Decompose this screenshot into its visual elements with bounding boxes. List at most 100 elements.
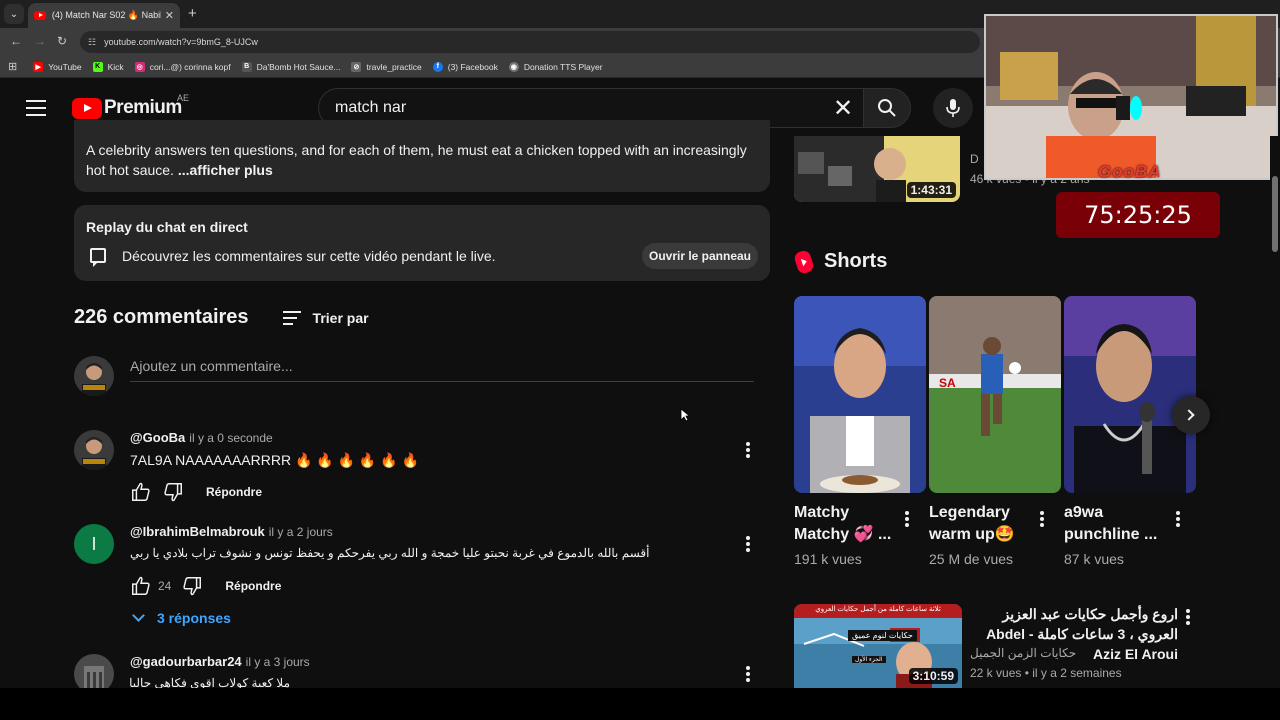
short-more-icon[interactable] xyxy=(1040,511,1044,527)
globe-icon: ⊘ xyxy=(351,61,362,72)
bookmark-instagram[interactable]: ◎ cori...@) corinna kopf xyxy=(134,61,231,72)
view-replies-button[interactable]: 3 réponses xyxy=(132,609,231,626)
site-info-icon[interactable]: ☷ xyxy=(88,37,96,48)
show-more-link[interactable]: ...afficher plus xyxy=(178,162,273,178)
thumbnail-caption: حكايات لنوم عميق xyxy=(848,630,917,641)
tab-close-icon[interactable]: ✕ xyxy=(165,9,174,22)
page-scrollbar[interactable] xyxy=(1270,136,1280,688)
comment-more-icon[interactable] xyxy=(746,536,750,552)
youtube-logo-icon[interactable] xyxy=(72,98,102,119)
comment-author[interactable]: @GooBa il y a 0 seconde xyxy=(130,430,273,445)
short-more-icon[interactable] xyxy=(905,511,909,527)
address-bar[interactable]: ☷ youtube.com/watch?v=9bmG_8-UJCw xyxy=(80,31,980,53)
thumbnail-banner: ثلاثة ساعات كاملة من أجمل حكايات العروي xyxy=(815,606,941,613)
short-thumbnail[interactable] xyxy=(1064,296,1196,493)
short-title[interactable]: a9wa punchline ... xyxy=(1064,502,1174,546)
add-comment-row: Ajoutez un commentaire... xyxy=(74,356,754,396)
scrollbar-thumb[interactable] xyxy=(1272,176,1278,252)
short-thumbnail[interactable] xyxy=(794,296,926,493)
dislike-icon[interactable] xyxy=(162,481,184,503)
menu-icon[interactable] xyxy=(26,100,46,116)
comment-time[interactable]: il y a 0 seconde xyxy=(189,431,272,445)
related-video-thumbnail[interactable]: ثلاثة ساعات كاملة من أجمل حكايات العروي … xyxy=(794,604,962,688)
bookmark-kick[interactable]: K Kick xyxy=(92,61,124,72)
bookmark-travle[interactable]: ⊘ travle_practice xyxy=(351,61,422,72)
comment-more-icon[interactable] xyxy=(746,666,750,682)
bookmark-facebook[interactable]: f (3) Facebook xyxy=(432,61,498,72)
thumbnail-part: الجزء الأول xyxy=(852,656,886,663)
globe-icon: ◉ xyxy=(508,61,519,72)
like-icon[interactable] xyxy=(130,575,152,597)
bookmark-donation[interactable]: ◉ Donation TTS Player xyxy=(508,61,603,72)
chat-replay-panel: Replay du chat en direct Découvrez les c… xyxy=(74,205,770,281)
voice-search-button[interactable] xyxy=(933,88,973,128)
address-url: youtube.com/watch?v=9bmG_8-UJCw xyxy=(104,37,258,47)
comment-item: @gadourbarbar24 il y a 3 jours ملا كعبة ك… xyxy=(74,654,770,688)
facebook-icon: f xyxy=(432,61,443,72)
search-value: match nar xyxy=(335,99,407,116)
streamer-tag: GooBA xyxy=(1098,162,1162,181)
reload-icon[interactable]: ↻ xyxy=(57,34,67,48)
short-title[interactable]: Legendary warm up🤩 xyxy=(929,502,1039,546)
browser-tab-active[interactable]: (4) Match Nar S02 🔥 Nabil Ko ✕ xyxy=(28,3,180,28)
shorts-title: Shorts xyxy=(824,250,888,272)
kick-icon: K xyxy=(92,61,103,72)
short-views: 25 M de vues xyxy=(929,551,1014,567)
streamer-webcam xyxy=(984,14,1278,180)
related-channel[interactable]: D xyxy=(970,152,979,166)
comment-time[interactable]: il y a 2 jours xyxy=(269,525,333,539)
chevron-right-icon xyxy=(1183,409,1195,421)
video-duration: 1:43:31 xyxy=(906,182,956,198)
comment-text: ملا كعبة كولاب اقوى فكاهي حاليا xyxy=(129,676,290,688)
comment-time[interactable]: il y a 3 jours xyxy=(246,655,310,669)
comment-text: أقسم بالله بالدموع في غربة نحبتو عليا خم… xyxy=(130,546,650,560)
user-avatar[interactable] xyxy=(74,356,114,396)
video-more-icon[interactable] xyxy=(1186,609,1190,625)
related-video-thumbnail[interactable]: 1:43:31 xyxy=(794,136,960,202)
comment-actions: 24 Répondre xyxy=(130,574,281,598)
reply-button[interactable]: Répondre xyxy=(206,485,262,499)
tab-title: (4) Match Nar S02 🔥 Nabil Ko xyxy=(51,10,161,20)
dabomb-icon: B xyxy=(241,61,252,72)
instagram-icon: ◎ xyxy=(134,61,145,72)
forward-icon[interactable]: → xyxy=(34,34,46,48)
sort-button[interactable]: Trier par xyxy=(313,310,369,326)
apps-grid-icon[interactable]: ⊞ xyxy=(8,60,17,73)
chevron-down-icon xyxy=(132,609,145,622)
open-panel-button[interactable]: Ouvrir le panneau xyxy=(642,243,758,269)
bookmark-dabomb[interactable]: B Da'Bomb Hot Sauce... xyxy=(241,61,340,72)
comment-item: I @IbrahimBelmabrouk il y a 2 jours أقسم … xyxy=(74,524,770,634)
microphone-icon xyxy=(946,99,960,117)
shorts-next-button[interactable] xyxy=(1172,396,1210,434)
search-icon xyxy=(878,99,896,117)
commenter-avatar[interactable]: I xyxy=(74,524,114,564)
short-thumbnail[interactable]: SA xyxy=(929,296,1061,493)
chat-replay-title: Replay du chat en direct xyxy=(86,219,248,235)
short-more-icon[interactable] xyxy=(1176,511,1180,527)
sort-icon[interactable] xyxy=(282,310,301,325)
svg-text:SA: SA xyxy=(939,376,956,390)
back-icon[interactable]: ← xyxy=(10,34,22,48)
chat-replay-text: Découvrez les commentaires sur cette vid… xyxy=(122,248,496,264)
video-description[interactable]: A celebrity answers ten questions, and f… xyxy=(74,120,770,192)
reply-button[interactable]: Répondre xyxy=(225,579,281,593)
comment-author[interactable]: @gadourbarbar24 il y a 3 jours xyxy=(130,654,310,669)
new-tab-icon[interactable]: + xyxy=(188,5,197,22)
bottom-bar xyxy=(0,688,1280,720)
add-comment-input[interactable]: Ajoutez un commentaire... xyxy=(130,358,754,382)
bookmark-youtube[interactable]: ▶ YouTube xyxy=(33,61,82,72)
comment-more-icon[interactable] xyxy=(746,442,750,458)
short-title[interactable]: Matchy Matchy 💞 ... xyxy=(794,502,904,546)
youtube-icon: ▶ xyxy=(33,61,44,72)
tab-search-icon[interactable]: ⌄ xyxy=(4,4,24,24)
dislike-icon[interactable] xyxy=(181,575,203,597)
like-icon[interactable] xyxy=(130,481,152,503)
commenter-avatar[interactable] xyxy=(74,430,114,470)
related-meta: 22 k vues • il y a 2 semaines xyxy=(970,666,1122,680)
related-channel[interactable]: حكايات الزمن الجميل xyxy=(970,646,1076,660)
search-button[interactable] xyxy=(863,88,911,128)
clear-search-icon[interactable]: ✕ xyxy=(823,94,863,123)
commenter-avatar[interactable] xyxy=(74,654,114,688)
comment-author[interactable]: @IbrahimBelmabrouk il y a 2 jours xyxy=(130,524,333,539)
logo-text[interactable]: Premium xyxy=(104,97,182,119)
